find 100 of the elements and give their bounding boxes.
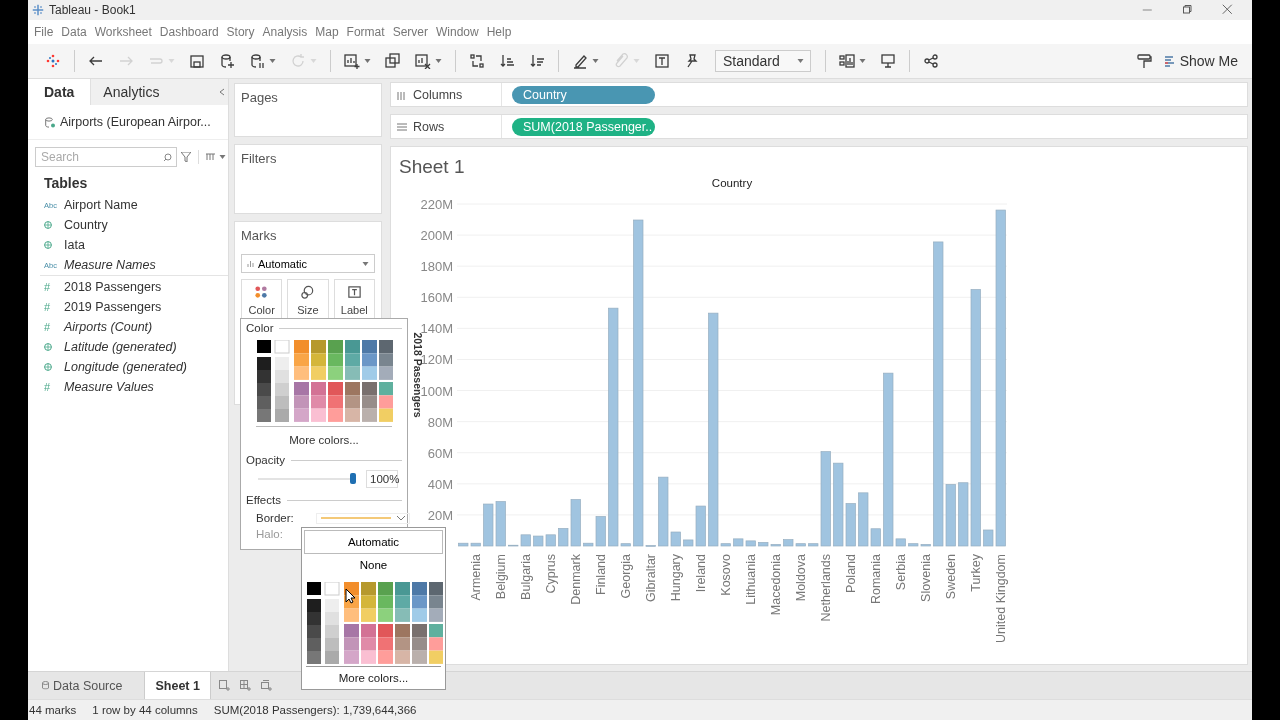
bar[interactable] — [820, 451, 831, 547]
section-heading: Effects — [246, 494, 281, 506]
bar[interactable] — [595, 516, 606, 547]
bar[interactable] — [695, 505, 706, 547]
bar[interactable] — [895, 538, 906, 547]
color-palette-drawing[interactable] — [307, 582, 443, 664]
axis-category-label: Denmark — [568, 554, 583, 605]
bar[interactable] — [608, 307, 619, 547]
sheet-tab[interactable]: Sheet 1 — [144, 672, 211, 699]
menu-item[interactable]: Story — [224, 25, 261, 39]
bar[interactable] — [945, 484, 956, 547]
mark-type-dropdown[interactable]: Automatic — [241, 254, 375, 273]
search-field[interactable]: Search — [35, 147, 177, 167]
section-heading: Color — [246, 322, 274, 334]
bar[interactable] — [745, 540, 756, 547]
field-item[interactable]: Latitude (generated) — [64, 340, 177, 354]
field-item[interactable]: Iata — [64, 238, 85, 252]
bar[interactable] — [783, 539, 794, 547]
bar[interactable] — [733, 538, 744, 547]
bar[interactable] — [620, 543, 631, 547]
bar[interactable] — [858, 492, 869, 547]
bar[interactable] — [483, 503, 494, 547]
bar[interactable] — [970, 289, 981, 547]
menu-item[interactable]: Map — [313, 25, 345, 39]
menu-item[interactable]: Format — [344, 25, 391, 39]
new-dashboard-icon[interactable] — [239, 680, 251, 691]
list-view-icon[interactable] — [206, 153, 215, 161]
menu-item[interactable]: Data — [59, 25, 93, 39]
maximize-icon[interactable] — [1182, 4, 1194, 16]
new-story-icon[interactable] — [260, 680, 272, 691]
bar[interactable] — [920, 544, 931, 547]
bar-chart-icon — [247, 260, 254, 267]
opacity-value[interactable]: 100% — [366, 470, 398, 488]
bar[interactable] — [708, 312, 719, 547]
bar[interactable] — [658, 476, 669, 547]
bar[interactable] — [870, 528, 881, 547]
section-heading: Opacity — [246, 454, 285, 466]
bar[interactable] — [470, 542, 481, 547]
field-item[interactable]: Longitude (generated) — [64, 360, 187, 374]
border-dropdown[interactable] — [315, 512, 410, 524]
card-title: Marks — [241, 228, 277, 243]
new-sheet-icon[interactable] — [218, 680, 230, 691]
pane-tab[interactable]: Analytics — [90, 79, 217, 105]
field-item[interactable]: Country — [64, 218, 108, 232]
bar[interactable] — [758, 542, 769, 547]
filter-icon[interactable] — [181, 152, 191, 162]
field-item[interactable]: 2018 Passengers — [64, 280, 162, 294]
marks-card-button[interactable]: Size — [287, 279, 329, 321]
share-icon — [923, 53, 939, 69]
bar[interactable] — [633, 219, 644, 547]
axis-category-label: Gibraltar — [643, 554, 658, 602]
bar[interactable] — [833, 462, 844, 547]
bar[interactable] — [670, 531, 681, 547]
bar[interactable] — [958, 482, 969, 547]
more-colors-link[interactable]: More colors... — [306, 666, 441, 684]
bar[interactable] — [570, 499, 581, 547]
bar[interactable] — [795, 543, 806, 547]
fit-dropdown[interactable]: Standard — [715, 50, 811, 72]
field-item[interactable]: Measure Names — [64, 258, 156, 272]
menu-item[interactable]: Worksheet — [92, 25, 158, 39]
bar[interactable] — [770, 544, 781, 547]
marks-card-button[interactable]: Color — [241, 279, 283, 321]
bar[interactable] — [558, 528, 569, 547]
sheet-tab[interactable]: Data Source — [32, 672, 133, 699]
color-palette-drawing[interactable] — [257, 340, 393, 422]
more-colors-link[interactable]: More colors... — [256, 426, 392, 446]
field-item[interactable]: 2019 Passengers — [64, 300, 162, 314]
menu-item[interactable]: File — [32, 25, 60, 39]
bar[interactable] — [683, 539, 694, 547]
bar[interactable] — [495, 501, 506, 547]
bar[interactable] — [808, 543, 819, 547]
bar[interactable] — [995, 209, 1006, 547]
bar[interactable] — [883, 372, 894, 547]
bar[interactable] — [520, 534, 531, 547]
field-item[interactable]: Airport Name — [64, 198, 138, 212]
field-item[interactable]: Measure Values — [64, 380, 154, 394]
menu-item[interactable]: Window — [433, 25, 485, 39]
marks-card-button[interactable]: Label — [333, 279, 375, 321]
menu-item[interactable]: Server — [390, 25, 434, 39]
bar[interactable] — [533, 535, 544, 547]
bar[interactable] — [908, 543, 919, 547]
bar[interactable] — [983, 529, 994, 547]
bar[interactable] — [508, 544, 519, 547]
bar[interactable] — [933, 241, 944, 547]
show-me-button[interactable]: Show Me — [1158, 53, 1252, 69]
menu-item[interactable]: Dashboard — [157, 25, 225, 39]
menu-item[interactable]: Help — [484, 25, 518, 39]
bar[interactable] — [720, 543, 731, 547]
menu-item[interactable]: Analysis — [260, 25, 314, 39]
axis-category-label: Macedonia — [768, 554, 783, 616]
data-source-name[interactable]: Airports (European Airpor... — [60, 115, 211, 129]
bar[interactable] — [583, 542, 594, 547]
bar[interactable] — [458, 542, 469, 547]
slider-thumb[interactable] — [350, 473, 356, 484]
collapse-chevron-icon[interactable] — [219, 88, 226, 96]
close-icon[interactable] — [1222, 4, 1234, 16]
dropdown-option[interactable]: Automatic — [304, 530, 443, 554]
bar[interactable] — [545, 534, 556, 547]
bar[interactable] — [845, 503, 856, 547]
field-item[interactable]: Airports (Count) — [64, 320, 153, 334]
